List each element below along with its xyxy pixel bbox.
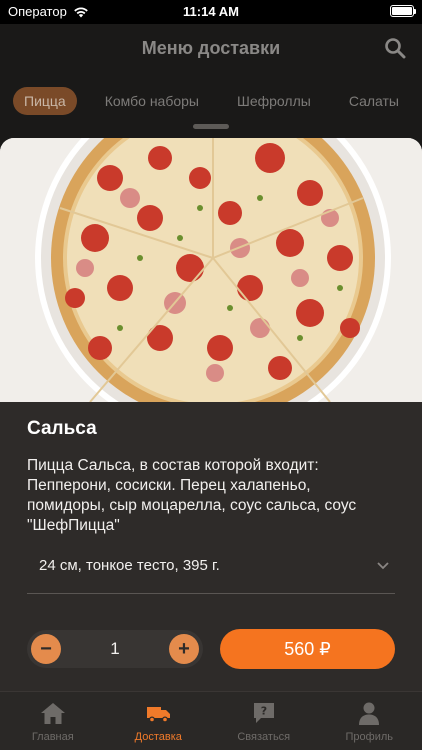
search-icon[interactable] [384,37,406,59]
tab-profile-label: Профиль [345,731,394,743]
size-selector[interactable]: 24 см, тонкое тесто, 395 г. [27,550,395,594]
tab-contact-label: Связаться [237,731,291,743]
clock: 11:14 AM [183,4,239,19]
delivery-truck-icon [147,707,171,723]
page-title: Меню доставки [141,38,281,58]
status-bar: Оператор 11:14 AM [0,0,422,24]
category-salads[interactable]: Салаты [349,93,399,109]
category-tabs: Пицца Комбо наборы Шефроллы Салаты [13,87,399,115]
tab-delivery-label: Доставка [134,731,182,743]
product-sheet: Сальса Пицца Сальса, в состав которой вх… [0,138,422,750]
tab-bar: Главная Доставка ? Связаться Профиль [0,691,422,750]
increase-button[interactable]: + [169,634,199,664]
battery-icon [390,5,416,17]
product-title: Сальса [27,418,97,439]
category-shefrolls[interactable]: Шефроллы [237,93,311,109]
category-combo[interactable]: Комбо наборы [105,93,199,109]
tab-home-label: Главная [31,731,74,743]
quantity-stepper: − 1 + [27,630,203,668]
tab-contact[interactable]: ? Связаться [211,692,317,750]
product-description: Пицца Сальса, в состав которой входит: П… [27,457,357,534]
svg-text:?: ? [261,705,267,718]
pizza-image [0,138,422,402]
category-pizza[interactable]: Пицца [13,87,77,115]
size-option-label: 24 см, тонкое тесто, 395 г. [39,557,220,574]
chat-icon: ? [253,703,274,723]
person-icon [359,702,380,725]
tab-delivery[interactable]: Доставка [106,692,212,750]
chevron-down-icon [377,562,389,570]
add-to-cart-price-button[interactable]: 560 ₽ [220,629,395,669]
product-image [0,138,422,402]
home-icon [40,703,65,724]
tab-home[interactable]: Главная [0,692,106,750]
tab-profile[interactable]: Профиль [317,692,422,750]
sheet-grabber[interactable] [193,124,229,129]
